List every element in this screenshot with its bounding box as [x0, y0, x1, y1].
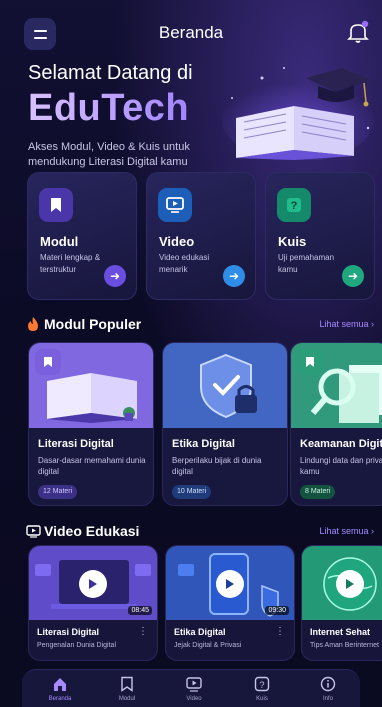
hero-tagline: Akses Modul, Video & Kuis untuk mendukun… — [28, 141, 190, 168]
module-desc: Dasar-dasar memahami dunia digital — [38, 456, 146, 476]
video-card-internet-sehat[interactable]: Internet Sehat Tips Aman Berinternet — [301, 545, 382, 661]
hero-greeting: Selamat Datang di — [28, 62, 193, 84]
bookmark-icon — [297, 349, 323, 375]
video-duration: 09:30 — [265, 606, 289, 615]
kuis-card-label: Kuis — [278, 234, 307, 249]
popular-header: Modul Populer Lihat semua › — [24, 316, 376, 336]
module-card-keamanan[interactable]: Keamanan Digital Lindungi data dan priva… — [290, 342, 382, 506]
video-card-title: Literasi Digital — [37, 627, 100, 637]
more-options-icon[interactable]: ⋮ — [275, 626, 285, 637]
video-card-label: Video — [159, 234, 195, 249]
shield-lock-image — [163, 343, 287, 428]
home-icon — [54, 678, 66, 691]
modul-card[interactable]: Modul Materi lengkap & terstruktur ➜ — [27, 172, 137, 300]
nav-label: Video — [186, 696, 202, 702]
nav-label: Info — [322, 696, 333, 702]
nav-label: Beranda — [48, 696, 72, 702]
top-bar: Beranda — [0, 14, 382, 52]
app-screen: Beranda Selamat Datang di EduTech Akses … — [0, 0, 382, 707]
modul-card-desc: Materi lengkap & terstruktur — [40, 253, 101, 274]
arrow-right-icon[interactable]: ➜ — [104, 265, 126, 287]
play-button[interactable] — [79, 570, 107, 598]
video-card-title: Internet Sehat — [310, 627, 371, 637]
fire-icon — [28, 317, 38, 331]
book-graduation-cap-illustration — [222, 67, 374, 160]
nav-item-beranda[interactable]: Beranda — [30, 676, 90, 702]
modul-card-label: Modul — [40, 234, 79, 249]
video-see-all-label: Lihat semua — [319, 526, 369, 536]
arrow-right-icon[interactable]: ➜ — [342, 265, 364, 287]
nav-item-info[interactable]: Info — [298, 676, 358, 702]
nav-item-video[interactable]: Video — [164, 676, 224, 702]
more-options-icon[interactable]: ⋮ — [138, 626, 148, 637]
module-count-badge: 8 Materi — [300, 485, 336, 499]
bottom-navigation: Beranda Modul Video ? Kuis Info — [22, 669, 360, 707]
nav-item-modul[interactable]: Modul — [97, 676, 157, 702]
bookmark-icon — [39, 188, 73, 222]
bell-icon[interactable] — [347, 20, 369, 44]
module-card-literasi[interactable]: Literasi Digital Dasar-dasar memahami du… — [28, 342, 154, 506]
module-title: Literasi Digital — [38, 438, 114, 450]
video-card-title: Etika Digital — [174, 627, 226, 637]
popular-see-all-link[interactable]: Lihat semua › — [319, 319, 374, 329]
nav-item-kuis[interactable]: ? Kuis — [232, 676, 292, 702]
nav-label: Modul — [118, 696, 136, 702]
video-see-all-link[interactable]: Lihat semua › — [319, 526, 374, 536]
video-card-etika[interactable]: 09:30 Etika Digital Jejak Digital & Priv… — [165, 545, 295, 661]
video-card-desc: Tips Aman Berinternet — [310, 642, 379, 649]
video-duration: 08:45 — [128, 606, 152, 615]
module-desc: Berperilaku bijak di dunia digital — [172, 456, 262, 476]
kuis-card[interactable]: ? Kuis Uji pemahaman kamu ➜ — [265, 172, 375, 300]
module-count-badge: 12 Materi — [38, 485, 78, 499]
video-card-desc: Video edukasi menarik — [159, 253, 210, 274]
question-icon: ? — [277, 188, 311, 222]
video-title: Video Edukasi — [44, 523, 140, 539]
svg-text:?: ? — [259, 680, 264, 690]
play-button[interactable] — [336, 570, 364, 598]
video-card-literasi[interactable]: 08:45 Literasi Digital Pengenalan Dunia … — [28, 545, 158, 661]
popular-see-all-label: Lihat semua — [319, 319, 369, 329]
play-button[interactable] — [216, 570, 244, 598]
monitor-play-icon — [158, 188, 192, 222]
kuis-card-desc: Uji pemahaman kamu — [278, 253, 335, 274]
nav-label: Kuis — [256, 696, 268, 702]
module-desc: Lindungi data dan privasi kamu — [300, 456, 382, 476]
hero-brand: EduTech — [28, 87, 208, 130]
bookmark-icon — [121, 676, 133, 692]
video-header: Video Edukasi Lihat semua › — [24, 523, 376, 543]
video-card-desc: Pengenalan Dunia Digital — [37, 642, 116, 649]
arrow-right-icon[interactable]: ➜ — [223, 265, 245, 287]
svg-text:?: ? — [291, 200, 298, 212]
popular-title: Modul Populer — [44, 316, 142, 332]
question-icon: ? — [254, 676, 270, 692]
quick-menu: Modul Materi lengkap & terstruktur ➜ Vid… — [27, 172, 377, 300]
module-count-badge: 10 Materi — [172, 485, 212, 499]
hero-section: Selamat Datang di EduTech Akses Modul, V… — [28, 62, 208, 170]
module-card-etika[interactable]: Etika Digital Berperilaku bijak di dunia… — [162, 342, 288, 506]
module-title: Keamanan Digital — [300, 438, 382, 450]
monitor-play-icon — [186, 677, 202, 692]
info-icon — [320, 676, 336, 692]
monitor-play-icon — [26, 525, 41, 538]
module-title: Etika Digital — [172, 438, 235, 450]
bookmark-icon — [35, 349, 61, 375]
page-title: Beranda — [158, 23, 224, 42]
video-card[interactable]: Video Video edukasi menarik ➜ — [146, 172, 256, 300]
video-card-desc: Jejak Digital & Privasi — [174, 642, 242, 649]
